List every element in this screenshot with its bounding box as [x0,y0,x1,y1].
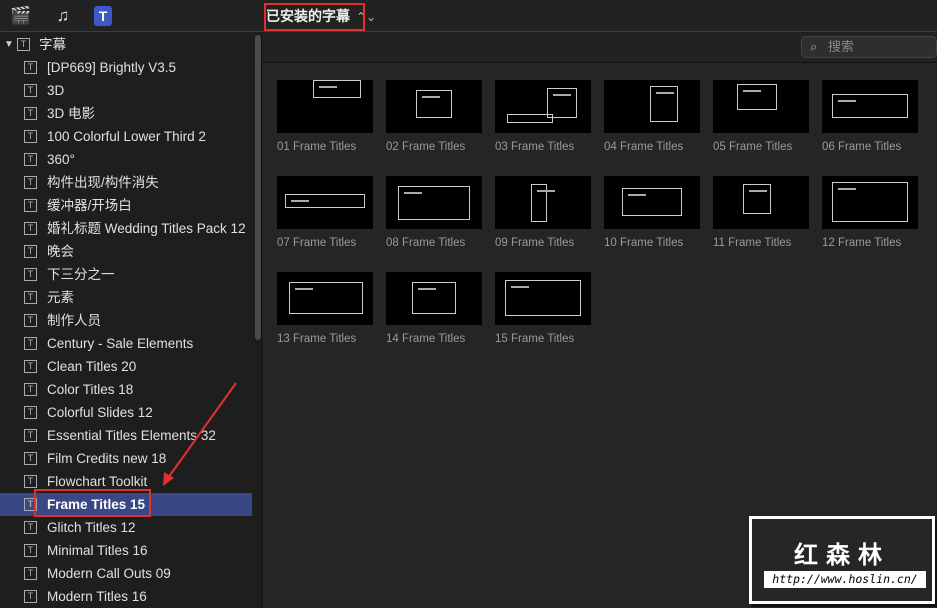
watermark-title: 红森林 [794,542,890,569]
watermark-url: http://www.hoslin.cn/ [764,571,926,588]
watermark: 红森林 http://www.hoslin.cn/ [749,516,935,604]
